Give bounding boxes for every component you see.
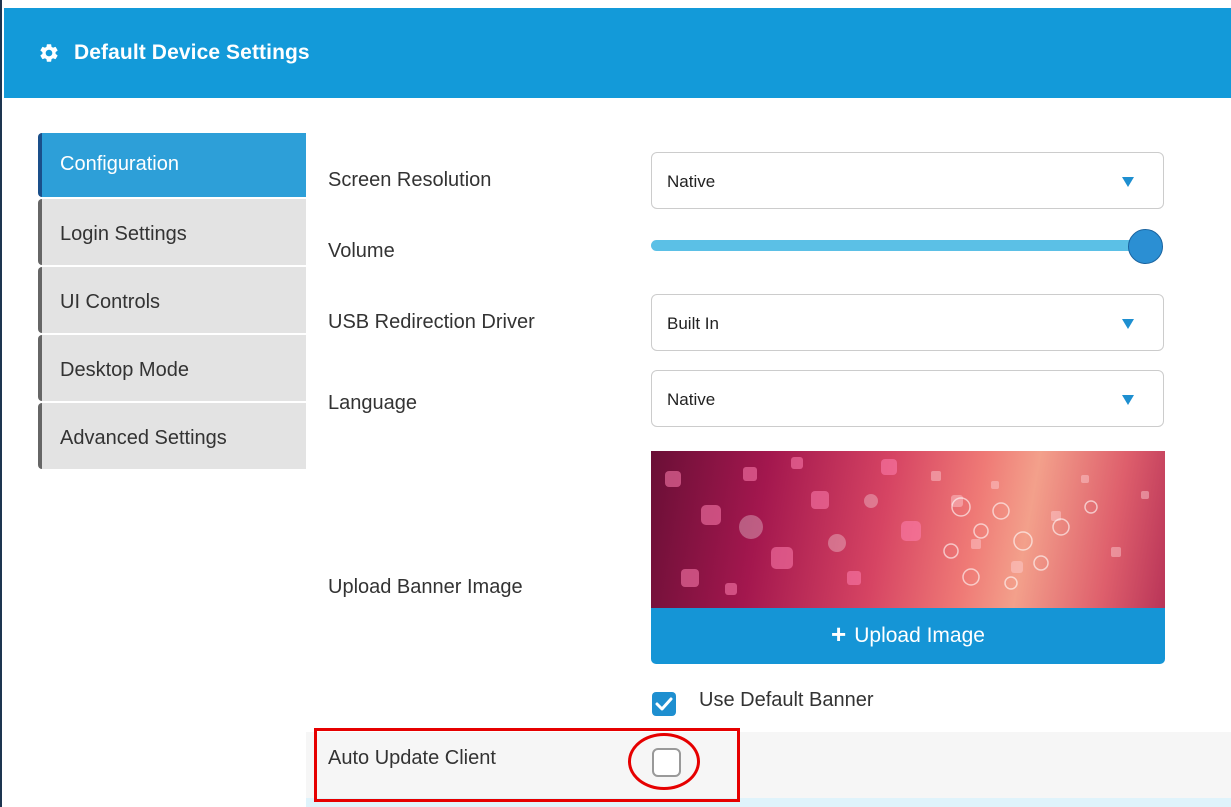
gear-icon (40, 44, 58, 62)
usb-driver-value: Built In (667, 314, 719, 333)
caret-down-icon (1122, 395, 1134, 405)
volume-slider-track[interactable] (651, 240, 1149, 251)
banner-preview-image (651, 451, 1165, 608)
caret-down-icon (1122, 177, 1134, 187)
settings-sidebar: Configuration Login Settings UI Controls… (38, 133, 306, 471)
highlight-ellipse (628, 733, 700, 790)
volume-slider-handle[interactable] (1128, 229, 1163, 264)
header-bar: Default Device Settings (4, 8, 1231, 98)
tab-desktop-mode[interactable]: Desktop Mode (38, 335, 306, 401)
banner-label: Upload Banner Image (328, 576, 523, 598)
usb-driver-select[interactable]: Built In (651, 294, 1164, 351)
language-select[interactable]: Native (651, 370, 1164, 427)
upload-image-button[interactable]: + Upload Image (651, 608, 1165, 664)
banner-pattern (665, 457, 1149, 595)
volume-label: Volume (328, 240, 395, 262)
upload-image-label: Upload Image (854, 624, 985, 647)
caret-down-icon (1122, 319, 1134, 329)
tab-advanced-settings[interactable]: Advanced Settings (38, 403, 306, 469)
checkmark-icon (655, 697, 673, 711)
screen-resolution-value: Native (667, 172, 716, 191)
screen-resolution-select[interactable]: Native (651, 152, 1164, 209)
tab-login-settings[interactable]: Login Settings (38, 199, 306, 265)
use-default-banner-checkbox[interactable] (652, 692, 676, 716)
usb-driver-label: USB Redirection Driver (328, 311, 535, 333)
language-value: Native (667, 390, 716, 409)
screen-resolution-label: Screen Resolution (328, 169, 492, 191)
tab-configuration[interactable]: Configuration (38, 133, 306, 197)
use-default-banner-label: Use Default Banner (699, 689, 874, 711)
plus-icon: + (831, 619, 847, 649)
tab-ui-controls[interactable]: UI Controls (38, 267, 306, 333)
device-settings-window: Default Device Settings Configuration Lo… (0, 0, 1231, 807)
language-label: Language (328, 392, 417, 414)
page-title: Default Device Settings (74, 41, 310, 64)
